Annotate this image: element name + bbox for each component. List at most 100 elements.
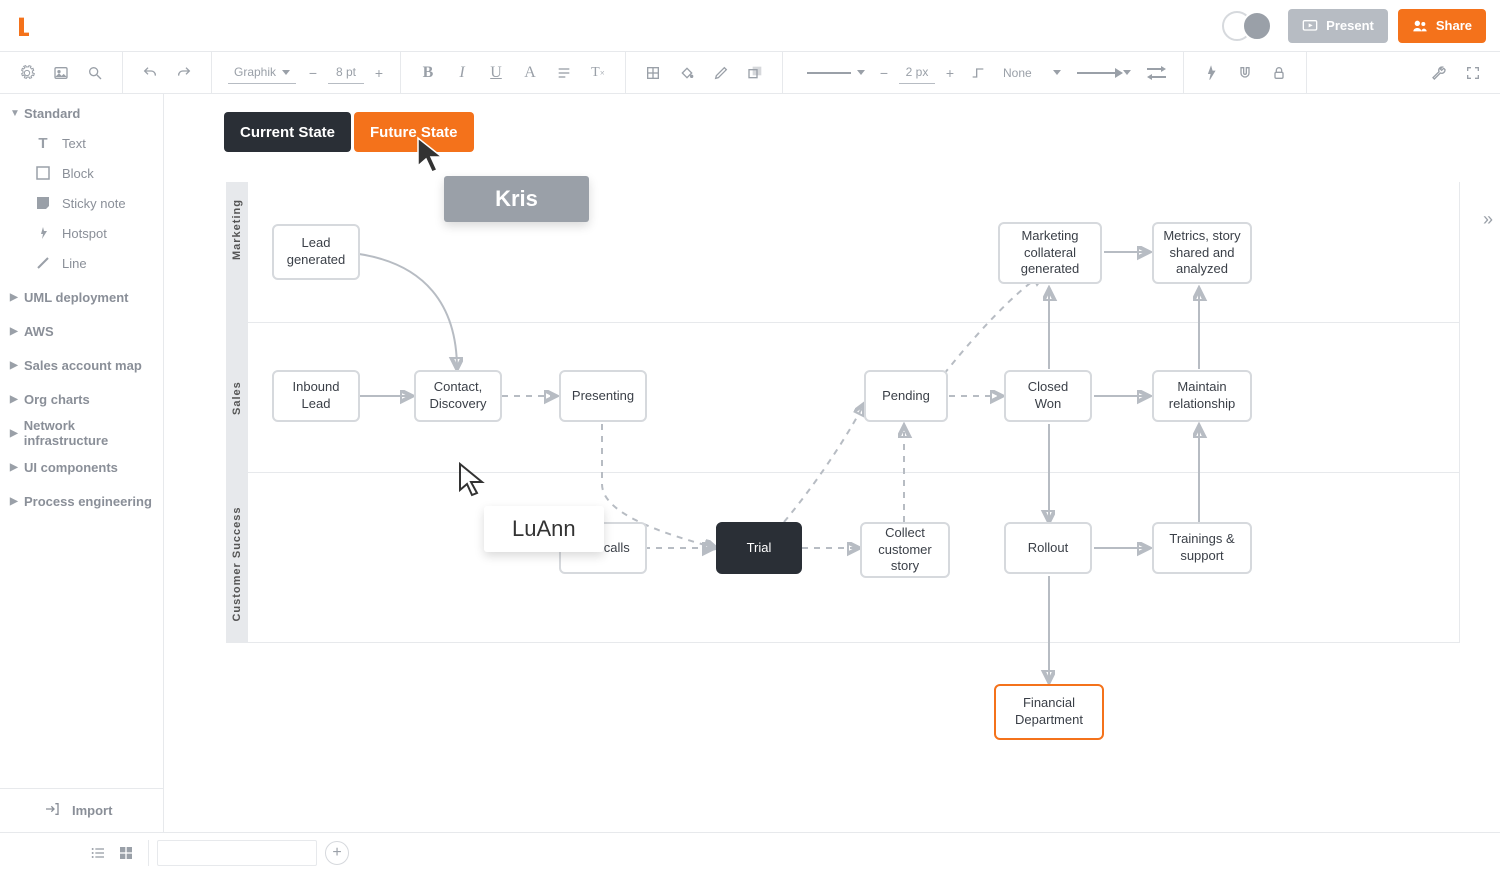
avatar[interactable] <box>1242 11 1272 41</box>
bottom-bar: + <box>0 832 1500 872</box>
node-presenting[interactable]: Presenting <box>559 370 647 422</box>
sidebar-section-org-charts[interactable]: ▶Org charts <box>0 384 163 414</box>
node-contact-discovery[interactable]: Contact, Discovery <box>414 370 502 422</box>
node-lead-generated[interactable]: Lead generated <box>272 224 360 280</box>
font-size-decrease[interactable]: − <box>304 58 322 88</box>
font-size-input[interactable]: 8 pt <box>328 62 364 84</box>
chevron-right-icon: ▶ <box>10 360 18 371</box>
shape-text[interactable]: T Text <box>0 128 163 158</box>
bucket-icon[interactable] <box>672 58 702 88</box>
chevron-right-icon: ▶ <box>10 394 18 405</box>
node-closed-won[interactable]: Closed Won <box>1004 370 1092 422</box>
swimlane-label-customer-success: Customer Success <box>231 499 243 629</box>
hotspot-icon <box>34 226 52 240</box>
grid-view-icon[interactable] <box>112 839 140 867</box>
node-trial[interactable]: Trial <box>716 522 802 574</box>
sidebar-section-uml[interactable]: ▶UML deployment <box>0 282 163 312</box>
sidebar-section-sales-map[interactable]: ▶Sales account map <box>0 350 163 380</box>
clear-format-icon[interactable]: T× <box>583 58 613 88</box>
redo-icon[interactable] <box>169 58 199 88</box>
chevron-down-icon: ▼ <box>10 108 18 119</box>
lane-divider <box>248 472 1460 473</box>
lock-icon[interactable] <box>1264 58 1294 88</box>
node-rollout[interactable]: Rollout <box>1004 522 1092 574</box>
chevron-down-icon <box>857 70 865 75</box>
undo-icon[interactable] <box>135 58 165 88</box>
node-trainings-support[interactable]: Trainings & support <box>1152 522 1252 574</box>
node-metrics-story[interactable]: Metrics, story shared and analyzed <box>1152 222 1252 284</box>
layer-tab-future-state[interactable]: Future State <box>354 112 474 152</box>
chevron-down-icon <box>1123 70 1131 75</box>
align-icon[interactable] <box>549 58 579 88</box>
line-width-decrease[interactable]: − <box>875 58 893 88</box>
underline-icon[interactable]: U <box>481 58 511 88</box>
line-routing-icon[interactable] <box>963 58 993 88</box>
magnet-icon[interactable] <box>1230 58 1260 88</box>
shapes-sidebar: ▼ Standard T Text Block Sticky note Hots… <box>0 94 164 832</box>
line-style-select[interactable] <box>797 70 869 75</box>
shape-sticky-note[interactable]: Sticky note <box>0 188 163 218</box>
action-icon[interactable] <box>1196 58 1226 88</box>
italic-icon[interactable]: I <box>447 58 477 88</box>
node-marketing-collateral[interactable]: Marketing collateral generated <box>998 222 1102 284</box>
people-icon <box>1412 18 1428 34</box>
fullscreen-icon[interactable] <box>1458 58 1488 88</box>
wrench-icon[interactable] <box>1424 58 1454 88</box>
fill-icon[interactable] <box>638 58 668 88</box>
collaborator-tag-kris: Kris <box>444 176 589 222</box>
share-label: Share <box>1436 18 1472 33</box>
node-financial-department[interactable]: Financial Department <box>994 684 1104 740</box>
swimlane-label-sales: Sales <box>231 385 243 415</box>
node-inbound-lead[interactable]: Inbound Lead <box>272 370 360 422</box>
image-icon[interactable] <box>46 58 76 88</box>
chevron-right-icon: ▶ <box>10 292 18 303</box>
sidebar-section-standard[interactable]: ▼ Standard <box>0 98 163 128</box>
font-size-increase[interactable]: + <box>370 58 388 88</box>
node-collect-story[interactable]: Collect customer story <box>860 522 950 578</box>
node-pending[interactable]: Pending <box>864 370 948 422</box>
shape-hotspot[interactable]: Hotspot <box>0 218 163 248</box>
formatting-toolbar: Graphik − 8 pt + B I U A T× − 2 px + Non… <box>0 52 1500 94</box>
sidebar-section-process-eng[interactable]: ▶Process engineering <box>0 486 163 516</box>
block-icon <box>34 166 52 180</box>
import-button[interactable]: Import <box>0 788 163 832</box>
line-width-input[interactable]: 2 px <box>899 62 935 84</box>
swap-endpoints-icon[interactable] <box>1141 58 1171 88</box>
text-color-icon[interactable]: A <box>515 58 545 88</box>
sidebar-section-ui-components[interactable]: ▶UI components <box>0 452 163 482</box>
lane-divider <box>226 642 1460 643</box>
import-icon <box>44 801 60 820</box>
node-maintain-relationship[interactable]: Maintain relationship <box>1152 370 1252 422</box>
canvas[interactable]: Current State Future State Marketing Sal… <box>164 94 1500 832</box>
lane-divider <box>248 322 1460 323</box>
sidebar-section-network[interactable]: ▶Network infrastructure <box>0 418 163 448</box>
border-color-icon[interactable] <box>706 58 736 88</box>
font-family-select[interactable]: Graphik <box>228 62 296 84</box>
settings-icon[interactable] <box>12 58 42 88</box>
layer-tab-current-state[interactable]: Current State <box>224 112 351 152</box>
search-icon[interactable] <box>80 58 110 88</box>
app-logo-icon <box>14 16 34 36</box>
text-icon: T <box>34 135 52 152</box>
chevron-right-icon: ▶ <box>10 462 18 473</box>
sidebar-section-aws[interactable]: ▶AWS <box>0 316 163 346</box>
play-slideshow-icon <box>1302 18 1318 34</box>
page-tab[interactable] <box>157 840 317 866</box>
bold-icon[interactable]: B <box>413 58 443 88</box>
line-start-select[interactable]: None <box>999 66 1065 80</box>
shape-style-icon[interactable] <box>740 58 770 88</box>
line-width-increase[interactable]: + <box>941 58 959 88</box>
present-button[interactable]: Present <box>1288 9 1388 43</box>
lane-divider <box>1459 182 1460 642</box>
right-panel-toggle[interactable]: » <box>1476 204 1500 234</box>
shape-line[interactable]: Line <box>0 248 163 278</box>
list-view-icon[interactable] <box>84 839 112 867</box>
sticky-note-icon <box>34 196 52 210</box>
share-button[interactable]: Share <box>1398 9 1486 43</box>
font-family-value: Graphik <box>234 65 276 79</box>
add-page-button[interactable]: + <box>325 841 349 865</box>
chevron-right-icon: ▶ <box>10 326 18 337</box>
line-end-select[interactable] <box>1073 68 1135 78</box>
shape-block[interactable]: Block <box>0 158 163 188</box>
collaborator-avatars[interactable] <box>1222 11 1272 41</box>
